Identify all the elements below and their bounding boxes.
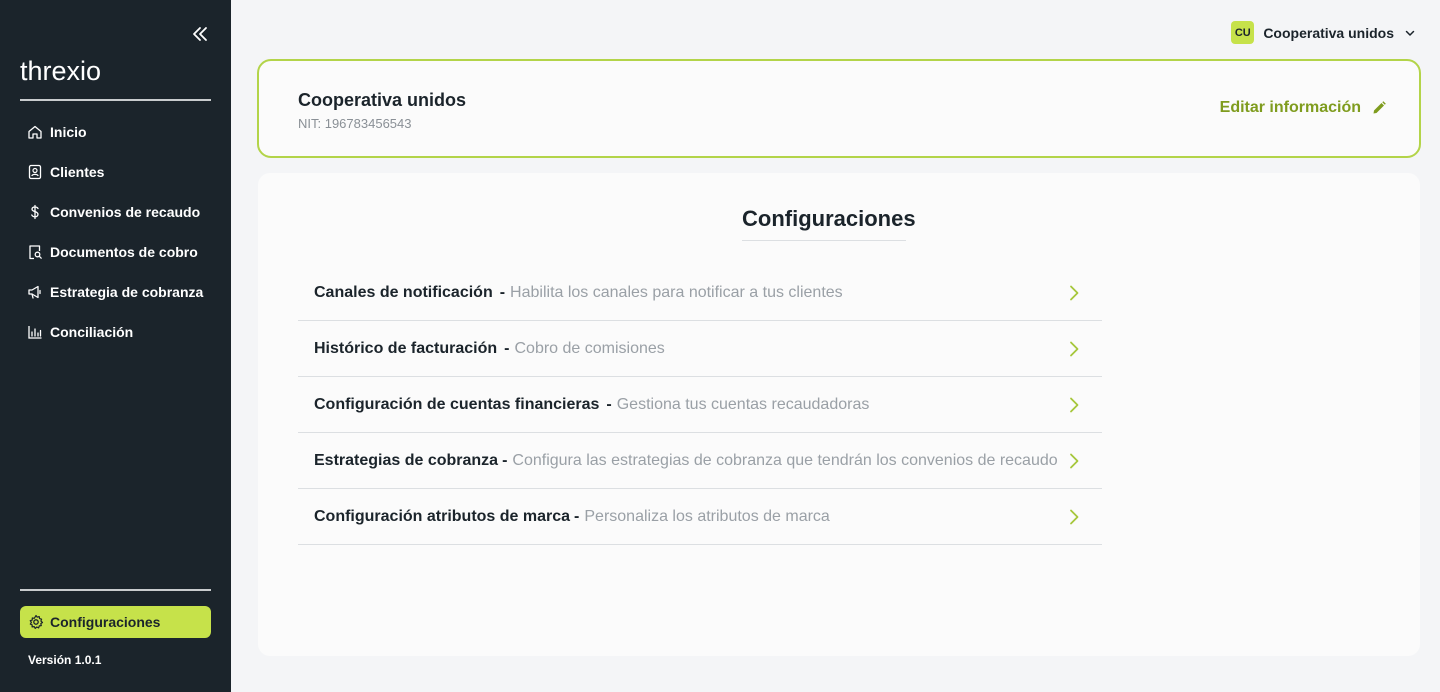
chevron-right-icon <box>1064 339 1084 359</box>
settings-row-canales[interactable]: Canales de notificación - Habilita los c… <box>298 265 1102 321</box>
org-nit: NIT: 196783456543 <box>298 116 412 131</box>
separator: - <box>499 283 506 301</box>
sidebar-item-documentos[interactable]: Documentos de cobro <box>20 232 211 272</box>
client-card-icon <box>27 164 43 180</box>
separator: - <box>574 507 580 525</box>
settings-row-description: Gestiona tus cuentas recaudadoras <box>616 395 870 413</box>
settings-row-description: Personaliza los atributos de marca <box>584 507 830 525</box>
sidebar-item-label: Convenios de recaudo <box>50 204 201 220</box>
document-search-icon <box>27 244 43 260</box>
sidebar-item-label: Estrategia de cobranza <box>50 284 204 300</box>
sidebar-divider <box>20 99 211 101</box>
sidebar-item-label: Inicio <box>50 124 87 140</box>
sidebar-item-label: Clientes <box>50 164 105 180</box>
pencil-icon <box>1371 100 1387 116</box>
settings-row-description: Habilita los canales para notificar a tu… <box>510 283 843 301</box>
org-name: Cooperativa unidos <box>298 90 467 110</box>
settings-row-marca[interactable]: Configuración atributos de marca - Perso… <box>298 489 1102 545</box>
app-version: Versión 1.0.1 <box>28 653 102 667</box>
org-info-card: Cooperativa unidos NIT: 196783456543 Edi… <box>257 59 1421 158</box>
sidebar-item-configuraciones[interactable]: Configuraciones <box>20 606 211 638</box>
sidebar-item-inicio[interactable]: Inicio <box>20 112 211 152</box>
sidebar-item-clientes[interactable]: Clientes <box>20 152 211 192</box>
megaphone-icon <box>27 284 43 300</box>
bar-chart-icon <box>27 324 43 340</box>
collapse-sidebar-icon[interactable] <box>190 24 210 44</box>
settings-list: Canales de notificación - Habilita los c… <box>298 265 1102 545</box>
sidebar-item-label: Configuraciones <box>50 614 161 630</box>
chevron-right-icon <box>1064 451 1084 471</box>
settings-row-title: Configuración de cuentas financieras <box>314 395 600 413</box>
dollar-icon <box>27 204 43 220</box>
home-icon <box>27 124 43 140</box>
svg-text:threxio: threxio <box>20 56 101 86</box>
org-switcher-name: Cooperativa unidos <box>1263 24 1394 41</box>
settings-panel: Configuraciones Canales de notificación … <box>258 173 1420 656</box>
settings-row-estrategias[interactable]: Estrategias de cobranza - Configura las … <box>298 433 1102 489</box>
sidebar-item-estrategia[interactable]: Estrategia de cobranza <box>20 272 211 312</box>
settings-row-description: Cobro de comisiones <box>514 339 665 357</box>
chevron-down-icon <box>1404 27 1416 39</box>
avatar: CU <box>1231 21 1255 44</box>
edit-info-button[interactable]: Editar información <box>1220 99 1387 117</box>
settings-row-cuentas[interactable]: Configuración de cuentas financieras - G… <box>298 377 1102 433</box>
separator: - <box>502 451 508 469</box>
sidebar-divider <box>20 589 211 591</box>
edit-info-label: Editar información <box>1219 99 1361 116</box>
chevron-right-icon <box>1064 395 1084 415</box>
settings-row-title: Histórico de facturación <box>314 339 498 357</box>
sidebar: threxio Inicio Clientes Convenios de rec… <box>0 0 231 692</box>
sidebar-item-label: Conciliación <box>50 324 134 340</box>
gear-icon <box>28 614 44 630</box>
page-title: Configuraciones <box>742 206 916 241</box>
separator: - <box>606 395 612 413</box>
sidebar-item-conciliacion[interactable]: Conciliación <box>20 312 211 352</box>
chevron-right-icon <box>1064 283 1084 303</box>
org-switcher[interactable]: CU Cooperativa unidos <box>1231 21 1416 44</box>
settings-row-historico[interactable]: Histórico de facturación - Cobro de comi… <box>298 321 1102 377</box>
settings-row-description: Configura las estrategias de cobranza qu… <box>512 451 1058 469</box>
threxio-logo[interactable]: threxio <box>20 56 120 88</box>
separator: - <box>504 339 510 357</box>
sidebar-nav: Inicio Clientes Convenios de recaudo Doc… <box>20 112 211 352</box>
settings-row-title: Configuración atributos de marca <box>314 507 571 525</box>
sidebar-item-convenios[interactable]: Convenios de recaudo <box>20 192 211 232</box>
settings-row-title: Estrategias de cobranza <box>314 451 499 469</box>
settings-row-title: Canales de notificación <box>314 283 493 301</box>
chevron-right-icon <box>1064 507 1084 527</box>
sidebar-item-label: Documentos de cobro <box>50 244 198 260</box>
